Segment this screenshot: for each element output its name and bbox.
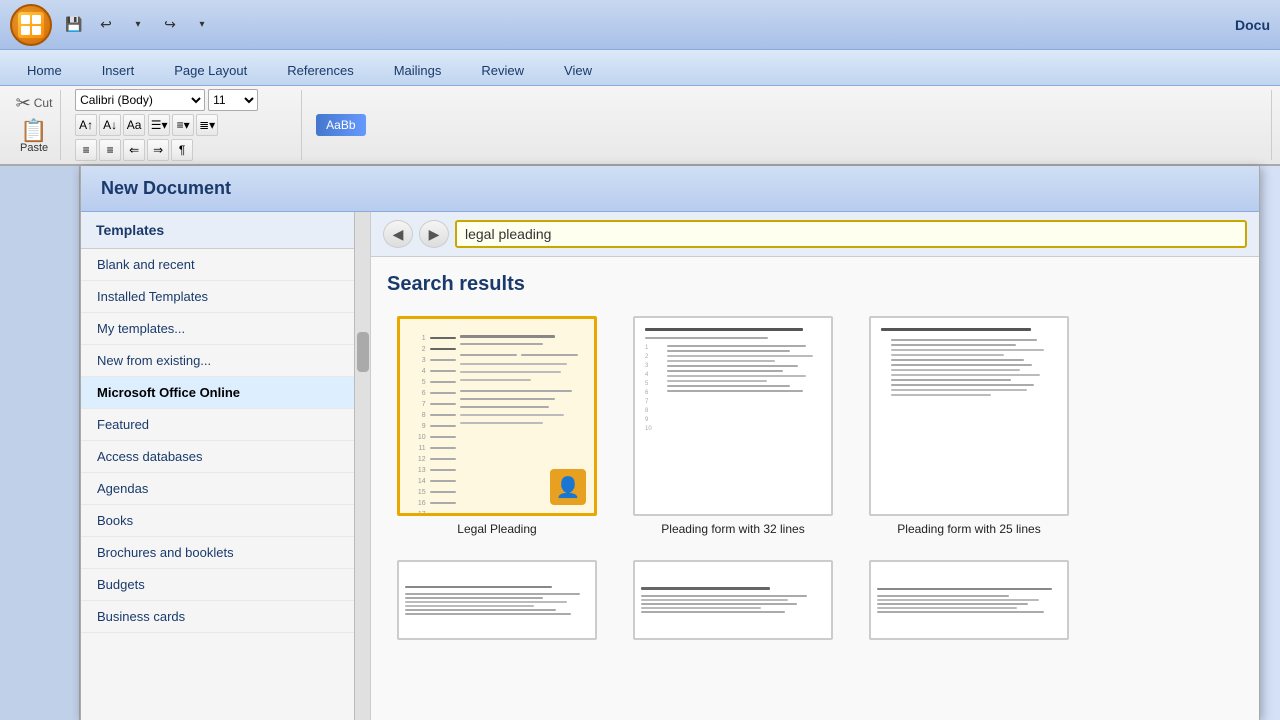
sidebar-item-ms-online[interactable]: Microsoft Office Online <box>81 377 370 409</box>
quick-access-toolbar: 💾 ↩ ▾ ↪ ▾ <box>60 11 216 39</box>
office-button[interactable] <box>10 4 52 46</box>
font-controls: Calibri (Body) 11 A↑ A↓ Aa ☰▾ ≡▾ ≣▾ ≡ ≡ … <box>75 89 295 161</box>
redo-button[interactable]: ↪ <box>156 11 184 39</box>
search-input[interactable] <box>455 220 1247 248</box>
undo-dropdown-button[interactable]: ▾ <box>124 11 152 39</box>
paste-label: Paste <box>20 142 48 154</box>
font-group: Calibri (Body) 11 A↑ A↓ Aa ☰▾ ≡▾ ≣▾ ≡ ≡ … <box>69 90 302 160</box>
template-label-legal-pleading: Legal Pleading <box>457 522 536 536</box>
styles-group: AaBb <box>310 90 1272 160</box>
clipboard-group: ✂ Cut 📋 Paste <box>8 90 61 160</box>
multilevel-button[interactable]: ≣▾ <box>196 114 218 136</box>
template-card-4[interactable] <box>387 556 607 644</box>
sidebar-item-my-templates[interactable]: My templates... <box>81 313 370 345</box>
templates-sidebar: Templates Blank and recent Installed Tem… <box>81 212 371 720</box>
template-thumb-legal-pleading: 1 2 3 4 5 6 7 8 9 <box>397 316 597 516</box>
bullets-button[interactable]: ☰▾ <box>148 114 170 136</box>
align-right-button[interactable]: ≡ <box>99 139 121 161</box>
document-left-margin <box>0 166 80 720</box>
template-thumb-6 <box>869 560 1069 640</box>
styles-button[interactable]: AaBb <box>316 114 365 136</box>
quick-access-dropdown[interactable]: ▾ <box>188 11 216 39</box>
clear-format-button[interactable]: Aa <box>123 114 145 136</box>
template-label-pleading-25: Pleading form with 25 lines <box>897 522 1040 536</box>
results-area: Search results 1 2 <box>371 257 1259 720</box>
sidebar-header: Templates <box>81 212 370 249</box>
save-button[interactable]: 💾 <box>60 11 88 39</box>
sidebar-item-blank[interactable]: Blank and recent <box>81 249 370 281</box>
sidebar-item-budgets[interactable]: Budgets <box>81 569 370 601</box>
tab-view[interactable]: View <box>545 56 611 85</box>
numbering-button[interactable]: ≡▾ <box>172 114 194 136</box>
forward-button[interactable]: ▶ <box>419 220 449 248</box>
template-card-pleading-25[interactable]: Pleading form with 25 lines <box>859 312 1079 540</box>
sidebar-item-business-cards[interactable]: Business cards <box>81 601 370 633</box>
template-thumb-pleading-25 <box>869 316 1069 516</box>
ribbon-tabs: Home Insert Page Layout References Maili… <box>0 50 1280 86</box>
font-size-buttons: A↑ A↓ Aa <box>75 114 145 136</box>
font-size-select[interactable]: 11 <box>208 89 258 111</box>
sidebar-item-installed[interactable]: Installed Templates <box>81 281 370 313</box>
undo-button[interactable]: ↩ <box>92 11 120 39</box>
grow-font-button[interactable]: A↑ <box>75 114 97 136</box>
template-card-pleading-32[interactable]: 1 2 3 4 5 6 7 8 9 <box>623 312 843 540</box>
tab-mailings[interactable]: Mailings <box>375 56 461 85</box>
sidebar-item-featured[interactable]: Featured <box>81 409 370 441</box>
paste-icon: 📋 <box>20 120 47 142</box>
tab-page-layout[interactable]: Page Layout <box>155 56 266 85</box>
template-card-5[interactable] <box>623 556 843 644</box>
cut-label: Cut <box>34 96 53 110</box>
panel-body: Templates Blank and recent Installed Tem… <box>81 212 1259 720</box>
templates-grid: 1 2 3 4 5 6 7 8 9 <box>387 312 1243 644</box>
search-bar: ◀ ▶ <box>371 212 1259 257</box>
align-buttons: ≡ ≡ ⇐ ⇒ ¶ <box>75 139 193 161</box>
template-card-6[interactable] <box>859 556 1079 644</box>
results-title: Search results <box>387 273 1243 296</box>
tab-review[interactable]: Review <box>462 56 543 85</box>
template-thumb-5 <box>633 560 833 640</box>
align-left-button[interactable]: ≡ <box>75 139 97 161</box>
sidebar-item-brochures[interactable]: Brochures and booklets <box>81 537 370 569</box>
sidebar-item-new-from[interactable]: New from existing... <box>81 345 370 377</box>
content-area: ◀ ▶ Search results <box>371 212 1259 720</box>
shrink-font-button[interactable]: A↓ <box>99 114 121 136</box>
new-document-panel: New Document Templates Blank and recent … <box>80 166 1260 720</box>
tab-references[interactable]: References <box>268 56 372 85</box>
title-bar: 💾 ↩ ▾ ↪ ▾ Docu <box>0 0 1280 50</box>
main-area: New Document Templates Blank and recent … <box>0 166 1280 720</box>
tab-insert[interactable]: Insert <box>83 56 154 85</box>
font-name-select[interactable]: Calibri (Body) <box>75 89 205 111</box>
paste-button[interactable]: 📋 Paste <box>14 116 54 158</box>
sidebar-item-books[interactable]: Books <box>81 505 370 537</box>
indent-increase-button[interactable]: ⇒ <box>147 139 169 161</box>
template-label-pleading-32: Pleading form with 32 lines <box>661 522 804 536</box>
show-formatting-button[interactable]: ¶ <box>171 139 193 161</box>
sidebar-item-access-db[interactable]: Access databases <box>81 441 370 473</box>
back-button[interactable]: ◀ <box>383 220 413 248</box>
tab-home[interactable]: Home <box>8 56 81 85</box>
list-buttons: ☰▾ ≡▾ ≣▾ <box>148 114 218 136</box>
ribbon-toolbar: ✂ Cut 📋 Paste Calibri (Body) 11 A↑ A↓ Aa <box>0 86 1280 166</box>
template-thumb-pleading-32: 1 2 3 4 5 6 7 8 9 <box>633 316 833 516</box>
indent-decrease-button[interactable]: ⇐ <box>123 139 145 161</box>
app-title: Docu <box>1235 17 1270 33</box>
user-badge: 👤 <box>550 469 586 505</box>
sidebar-item-agendas[interactable]: Agendas <box>81 473 370 505</box>
cut-button[interactable]: ✂ Cut <box>16 93 53 114</box>
template-card-legal-pleading[interactable]: 1 2 3 4 5 6 7 8 9 <box>387 312 607 540</box>
panel-title: New Document <box>81 166 1259 212</box>
template-thumb-4 <box>397 560 597 640</box>
